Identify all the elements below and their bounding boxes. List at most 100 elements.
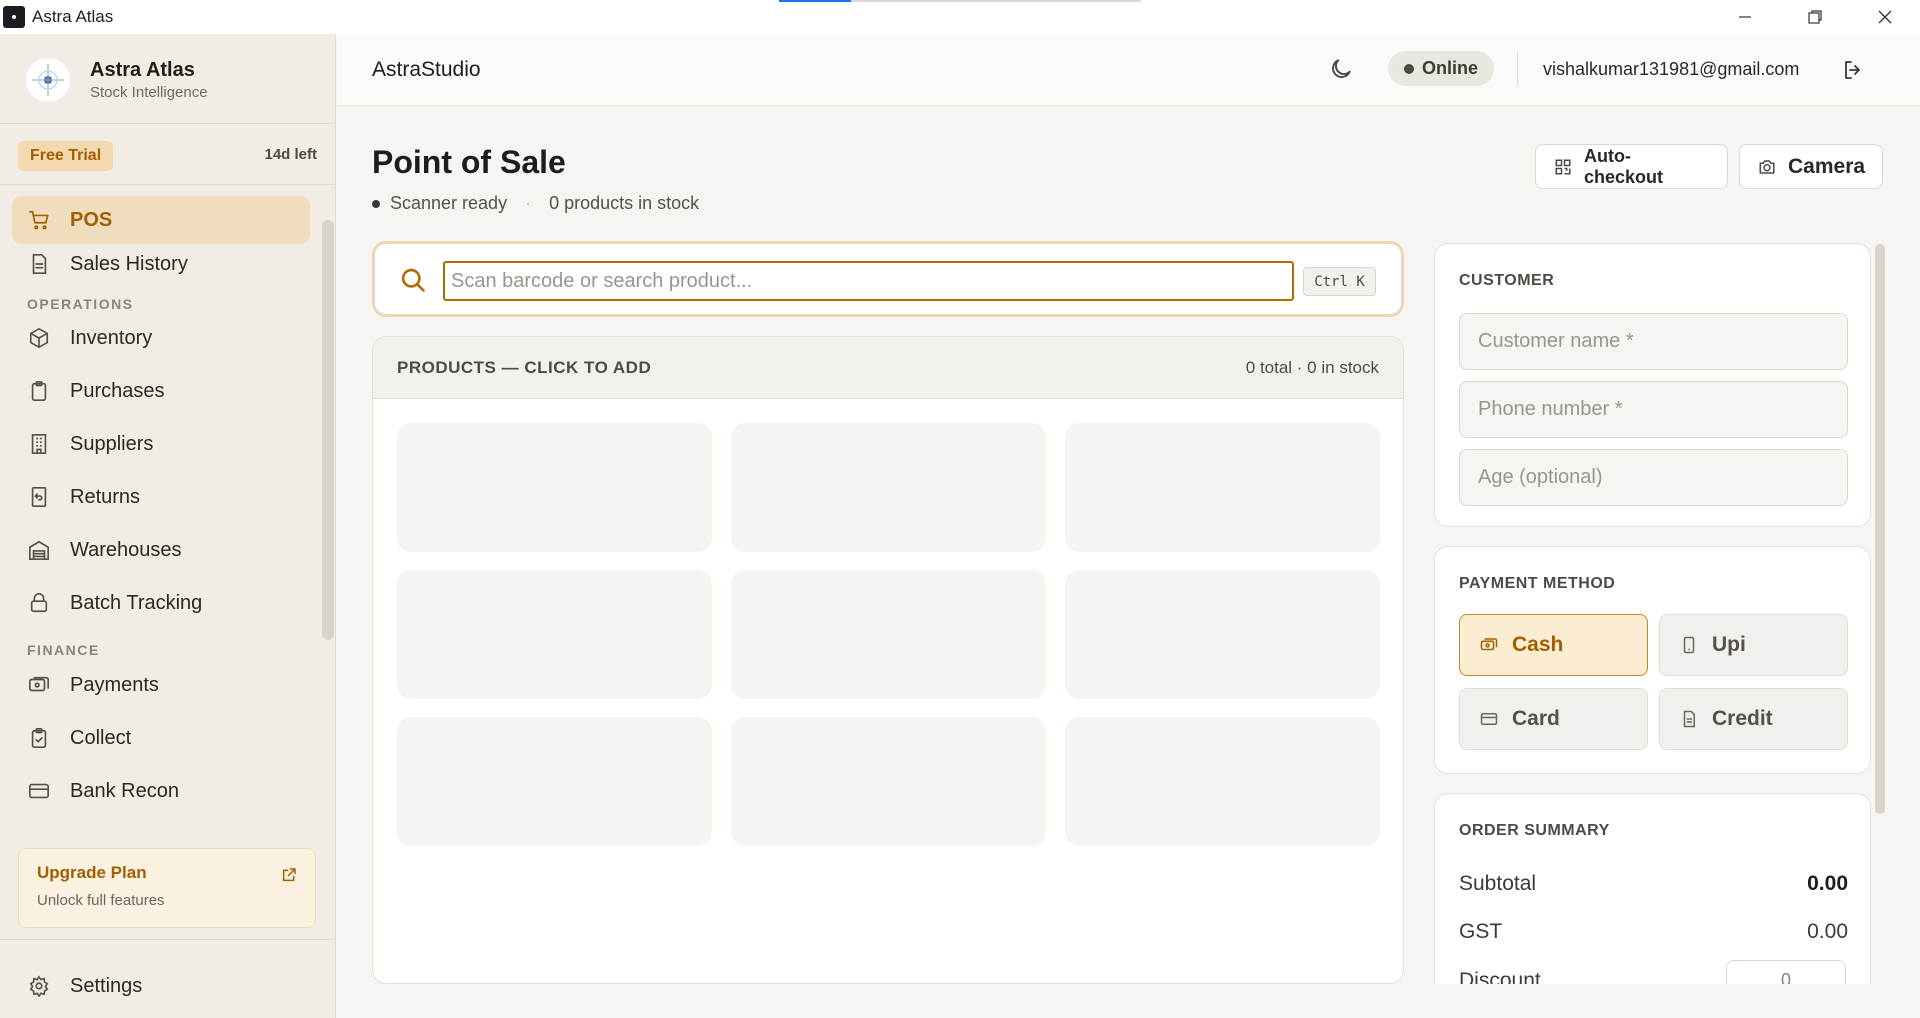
subtotal-label: Subtotal — [1459, 872, 1537, 895]
close-button[interactable] — [1850, 0, 1920, 34]
scanner-status: Scanner ready — [390, 193, 508, 213]
status-separator: · — [525, 193, 532, 213]
payments-icon — [28, 674, 50, 696]
sidebar-item-label: POS — [70, 208, 113, 231]
checkout-panel: CUSTOMER PAYMENT METHOD Cash Upi Card Cr… — [1434, 241, 1880, 984]
card-icon — [28, 780, 50, 802]
sidebar-item-inventory[interactable]: Inventory — [12, 314, 310, 362]
sidebar-item-pos[interactable]: POS — [12, 196, 310, 244]
trial-badge: Free Trial — [18, 141, 114, 171]
payment-card-button[interactable]: Card — [1459, 688, 1648, 750]
sidebar-item-label: Warehouses — [70, 538, 182, 561]
sidebar-nav: POS Sales History OPERATIONS Inventory P… — [0, 196, 322, 872]
product-search-input[interactable] — [443, 261, 1294, 301]
product-tile-placeholder — [397, 570, 712, 699]
gst-value: 0.00 — [1807, 920, 1848, 943]
product-tile-placeholder — [397, 717, 712, 846]
document-icon — [28, 253, 50, 275]
gst-row: GST 0.00 — [1459, 920, 1848, 944]
upgrade-subtitle: Unlock full features — [37, 892, 165, 909]
payment-cash-button[interactable]: Cash — [1459, 614, 1648, 676]
subtotal-row: Subtotal 0.00 — [1459, 872, 1848, 896]
age-field[interactable] — [1459, 449, 1848, 506]
brand-subtitle: Stock Intelligence — [90, 84, 208, 101]
discount-label: Discount — [1459, 969, 1541, 984]
sidebar-item-returns[interactable]: Returns — [12, 473, 310, 521]
stock-status: 0 products in stock — [549, 193, 700, 213]
external-link-icon — [281, 867, 297, 883]
products-panel: PRODUCTS — CLICK TO ADD 0 total · 0 in s… — [372, 336, 1404, 984]
sidebar-item-label: Payments — [70, 673, 159, 696]
qr-scan-icon — [1554, 158, 1572, 176]
payment-method-card: PAYMENT METHOD Cash Upi Card Credit — [1434, 546, 1871, 774]
sidebar-item-label: Inventory — [70, 326, 153, 349]
sidebar-divider — [0, 184, 335, 185]
sidebar-item-payments[interactable]: Payments — [12, 661, 310, 709]
clipboard-icon — [28, 380, 50, 402]
payment-upi-button[interactable]: Upi — [1659, 614, 1848, 676]
theme-toggle-moon-icon[interactable] — [1328, 56, 1354, 82]
phone-number-field[interactable] — [1459, 381, 1848, 438]
product-tile-placeholder — [1065, 570, 1380, 699]
nav-section-finance: FINANCE — [27, 642, 100, 658]
brand-logo-icon — [26, 58, 70, 102]
sidebar-item-suppliers[interactable]: Suppliers — [12, 420, 310, 468]
sidebar-item-purchases[interactable]: Purchases — [12, 367, 310, 415]
sidebar: Astra Atlas Stock Intelligence Free Tria… — [0, 34, 336, 1018]
sidebar-item-bank-recon[interactable]: Bank Recon — [12, 767, 310, 815]
discount-input[interactable]: 0 — [1726, 960, 1846, 984]
product-tile-placeholder — [731, 423, 1046, 552]
customer-name-field[interactable] — [1459, 313, 1848, 370]
product-tile-placeholder — [397, 423, 712, 552]
product-tile-placeholder — [731, 717, 1046, 846]
page-title: Point of Sale — [372, 144, 566, 180]
product-tile-placeholder — [731, 570, 1046, 699]
sidebar-item-label: Bank Recon — [70, 779, 179, 802]
payment-label: Card — [1512, 707, 1560, 730]
auto-checkout-button[interactable]: Auto-checkout — [1535, 144, 1728, 189]
header-divider — [1517, 52, 1518, 86]
restore-button[interactable] — [1780, 0, 1850, 34]
payment-credit-button[interactable]: Credit — [1659, 688, 1848, 750]
sidebar-item-label: Batch Tracking — [70, 591, 203, 614]
sidebar-item-label: Returns — [70, 485, 141, 508]
sidebar-scrollbar[interactable] — [322, 220, 334, 640]
brand[interactable]: Astra Atlas Stock Intelligence — [26, 58, 208, 102]
page-status: Scanner ready · 0 products in stock — [372, 193, 699, 214]
products-count: 0 total · 0 in stock — [1245, 358, 1379, 377]
window-titlebar: Astra Atlas — [0, 0, 1920, 34]
scanner-status-dot — [372, 199, 380, 208]
minimize-button[interactable] — [1710, 0, 1780, 34]
sidebar-item-warehouses[interactable]: Warehouses — [12, 526, 310, 574]
window-title: Astra Atlas — [32, 7, 114, 26]
loading-indicator — [779, 0, 1141, 2]
customer-card: CUSTOMER — [1434, 243, 1871, 527]
sidebar-item-settings[interactable]: Settings — [12, 964, 142, 1008]
logout-icon[interactable] — [1841, 58, 1865, 82]
product-search-bar: Ctrl K — [372, 241, 1404, 317]
product-tile-placeholder — [1065, 423, 1380, 552]
upgrade-plan-card[interactable]: Upgrade Plan Unlock full features — [18, 848, 316, 928]
camera-icon — [1758, 158, 1776, 176]
checkout-panel-scrollbar[interactable] — [1875, 244, 1885, 814]
payment-label: Upi — [1712, 633, 1746, 656]
subtotal-value: 0.00 — [1807, 872, 1848, 895]
user-email: vishalkumar131981@gmail.com — [1543, 59, 1800, 79]
sidebar-item-sales-history[interactable]: Sales History — [12, 240, 310, 288]
sidebar-item-label: Purchases — [70, 379, 165, 402]
products-title: PRODUCTS — CLICK TO ADD — [397, 358, 652, 377]
sidebar-divider — [0, 123, 335, 124]
products-header: PRODUCTS — CLICK TO ADD 0 total · 0 in s… — [373, 337, 1403, 399]
sidebar-item-label: Collect — [70, 726, 132, 749]
phone-icon — [1680, 636, 1698, 654]
cash-icon — [1480, 636, 1498, 654]
sidebar-item-batch-tracking[interactable]: Batch Tracking — [12, 579, 310, 627]
gear-icon — [28, 975, 50, 997]
sidebar-item-label: Suppliers — [70, 432, 154, 455]
app-icon — [3, 6, 25, 28]
gst-label: GST — [1459, 920, 1503, 943]
sidebar-item-collect[interactable]: Collect — [12, 714, 310, 762]
camera-button[interactable]: Camera — [1739, 144, 1883, 189]
camera-label: Camera — [1788, 154, 1866, 178]
order-summary-card: ORDER SUMMARY Subtotal 0.00 GST 0.00 Dis… — [1434, 793, 1871, 984]
